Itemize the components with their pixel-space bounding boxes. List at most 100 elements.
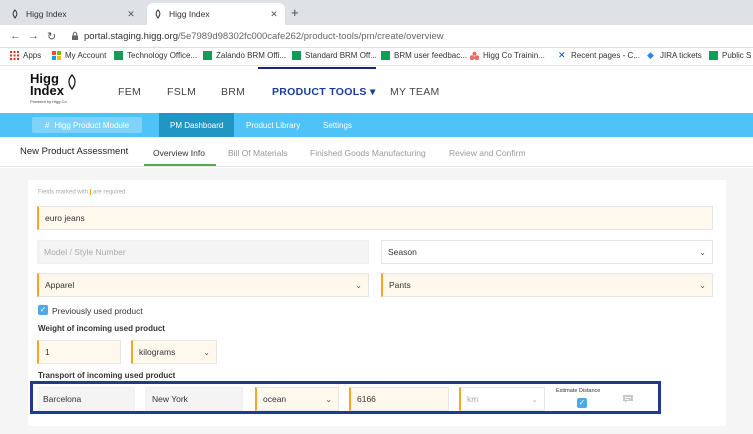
bookmark-brm-user-feedback[interactable]: BRM user feedbac... — [381, 51, 467, 60]
chevron-down-icon: ⌄ — [699, 280, 706, 290]
close-icon[interactable]: ✕ — [269, 9, 279, 20]
sheets-icon — [203, 51, 212, 60]
close-icon[interactable]: ✕ — [126, 9, 136, 20]
product-name-value: euro jeans — [45, 213, 85, 223]
url-input[interactable]: portal.staging.higg.org/5e7989d98302fc00… — [84, 31, 444, 42]
tab-finished-goods-manufacturing[interactable]: Finished Goods Manufacturing — [310, 148, 426, 158]
required-marker — [90, 189, 92, 195]
required-hint: Fields marked with are required — [38, 189, 125, 196]
bookmark-label: Standard BRM Off... — [305, 51, 377, 60]
leaf-icon — [68, 74, 76, 90]
bookmarks-bar: Apps My Account Technology Office... Zal… — [0, 48, 753, 66]
asana-icon — [470, 51, 479, 60]
site-header: Higg Index Powered by Higg Co FEM FSLM B… — [0, 69, 753, 113]
weight-label: Weight of incoming used product — [38, 324, 165, 333]
new-tab-icon[interactable]: + — [291, 5, 299, 20]
previously-used-checkbox[interactable]: ✓ — [38, 305, 48, 315]
sheets-icon — [114, 51, 123, 60]
browser-tab-2[interactable]: Higg Index ✕ — [147, 3, 285, 25]
url-host: portal.staging.higg.org — [84, 31, 179, 42]
bookmark-zalando-brm[interactable]: Zalando BRM Offi... — [203, 51, 286, 60]
bookmark-label: Apps — [23, 51, 42, 60]
bookmark-my-account[interactable]: My Account — [52, 51, 106, 60]
tab-overview-info[interactable]: Overview Info — [153, 148, 205, 158]
weight-unit-select[interactable]: kilograms ⌄ — [131, 340, 217, 364]
address-bar: ← → ↻ portal.staging.higg.org/5e7989d983… — [0, 25, 753, 48]
assessment-tabs: New Product Assessment Overview Info Bil… — [0, 137, 753, 167]
windows-logo-icon — [52, 51, 61, 60]
season-select[interactable]: Season ⌄ — [381, 240, 713, 264]
jira-icon: ◆ — [647, 50, 654, 60]
model-style-placeholder: Model / Style Number — [44, 247, 126, 257]
tab-bill-of-materials[interactable]: Bill Of Materials — [228, 148, 288, 158]
tab-settings[interactable]: Settings — [312, 113, 363, 137]
browser-tab-bar: Higg Index ✕ Higg Index ✕ + — [0, 0, 753, 25]
back-icon[interactable]: ← — [10, 30, 21, 42]
subcategory-select[interactable]: Pants ⌄ — [381, 273, 713, 297]
nav-product-tools-label: PRODUCT TOOLS — [272, 86, 367, 98]
bookmark-label: Public S — [722, 51, 752, 60]
product-module-button[interactable]: # Higg Product Module — [32, 117, 142, 133]
nav-product-tools[interactable]: PRODUCT TOOLS ▾ — [272, 86, 376, 98]
bookmark-recent-pages[interactable]: ✕ Recent pages - C... — [558, 50, 640, 61]
bookmark-label: My Account — [65, 51, 107, 60]
product-module-label: Higg Product Module — [54, 120, 130, 130]
tab-pm-dashboard[interactable]: PM Dashboard — [159, 113, 235, 137]
weight-input[interactable]: 1 — [37, 340, 121, 364]
lock-icon — [72, 31, 78, 40]
sheets-icon — [709, 51, 718, 60]
category-select[interactable]: Apparel ⌄ — [37, 273, 369, 297]
logo-line-2: Index — [30, 83, 64, 98]
page-title: New Product Assessment — [20, 146, 129, 157]
nav-fem[interactable]: FEM — [118, 86, 141, 98]
chevron-down-icon: ⌄ — [355, 280, 362, 290]
browser-tab-1[interactable]: Higg Index ✕ — [4, 3, 142, 25]
bookmark-label: BRM user feedbac... — [394, 51, 467, 60]
bookmark-standard-brm[interactable]: Standard BRM Off... — [292, 51, 377, 60]
chevron-down-icon: ⌄ — [699, 247, 706, 257]
bookmark-label: Recent pages - C... — [571, 51, 640, 60]
sheets-icon — [292, 51, 301, 60]
checkmark-icon: ✓ — [39, 305, 47, 314]
season-placeholder: Season — [388, 247, 417, 257]
weight-unit-value: kilograms — [139, 347, 176, 357]
caret-down-icon: ▾ — [369, 86, 376, 98]
bookmark-technology-office[interactable]: Technology Office... — [114, 51, 197, 60]
category-value: Apparel — [45, 280, 75, 290]
bookmark-jira-tickets[interactable]: ◆ JIRA tickets — [647, 50, 702, 61]
nav-my-team[interactable]: MY TEAM — [390, 86, 440, 98]
bookmark-label: Technology Office... — [127, 51, 198, 60]
subcategory-value: Pants — [389, 280, 411, 290]
confluence-icon: ✕ — [558, 50, 566, 60]
bookmark-label: Higg Co Trainin... — [483, 51, 545, 60]
bookmark-public-s[interactable]: Public S — [709, 51, 751, 60]
higg-index-logo[interactable]: Higg Index Powered by Higg Co — [30, 72, 80, 109]
bookmark-label: JIRA tickets — [660, 51, 702, 60]
active-tab-indicator — [144, 164, 216, 166]
logo-subtitle: Powered by Higg Co — [30, 99, 67, 104]
model-style-input[interactable]: Model / Style Number — [37, 240, 369, 264]
forward-icon[interactable]: → — [28, 30, 39, 42]
product-name-input[interactable]: euro jeans — [37, 206, 713, 230]
bookmark-higg-co-training[interactable]: Higg Co Trainin... — [470, 51, 545, 60]
apps-grid-icon — [10, 51, 19, 60]
hint-suffix: are required — [93, 189, 126, 196]
bookmark-label: Zalando BRM Offi... — [216, 51, 287, 60]
nav-fslm[interactable]: FSLM — [167, 86, 196, 98]
higg-favicon-icon — [155, 9, 161, 19]
url-path: /5e7989d98302fc000cafe262/product-tools/… — [178, 31, 444, 42]
weight-value: 1 — [45, 347, 50, 357]
reload-icon[interactable]: ↻ — [47, 30, 56, 43]
previously-used-label: Previously used product — [52, 306, 143, 316]
nav-brm[interactable]: BRM — [221, 86, 245, 98]
bookmark-apps[interactable]: Apps — [10, 51, 41, 60]
hint-prefix: Fields marked with — [38, 189, 89, 196]
browser-tab-title: Higg Index — [169, 9, 210, 19]
sheets-icon — [381, 51, 390, 60]
module-bar: # Higg Product Module PM Dashboard Produ… — [0, 113, 753, 137]
transport-row-highlight — [30, 381, 661, 414]
tab-review-and-confirm[interactable]: Review and Confirm — [449, 148, 526, 158]
tab-product-library[interactable]: Product Library — [235, 113, 311, 137]
higg-favicon-icon — [12, 9, 18, 19]
transport-label: Transport of incoming used product — [38, 371, 176, 380]
